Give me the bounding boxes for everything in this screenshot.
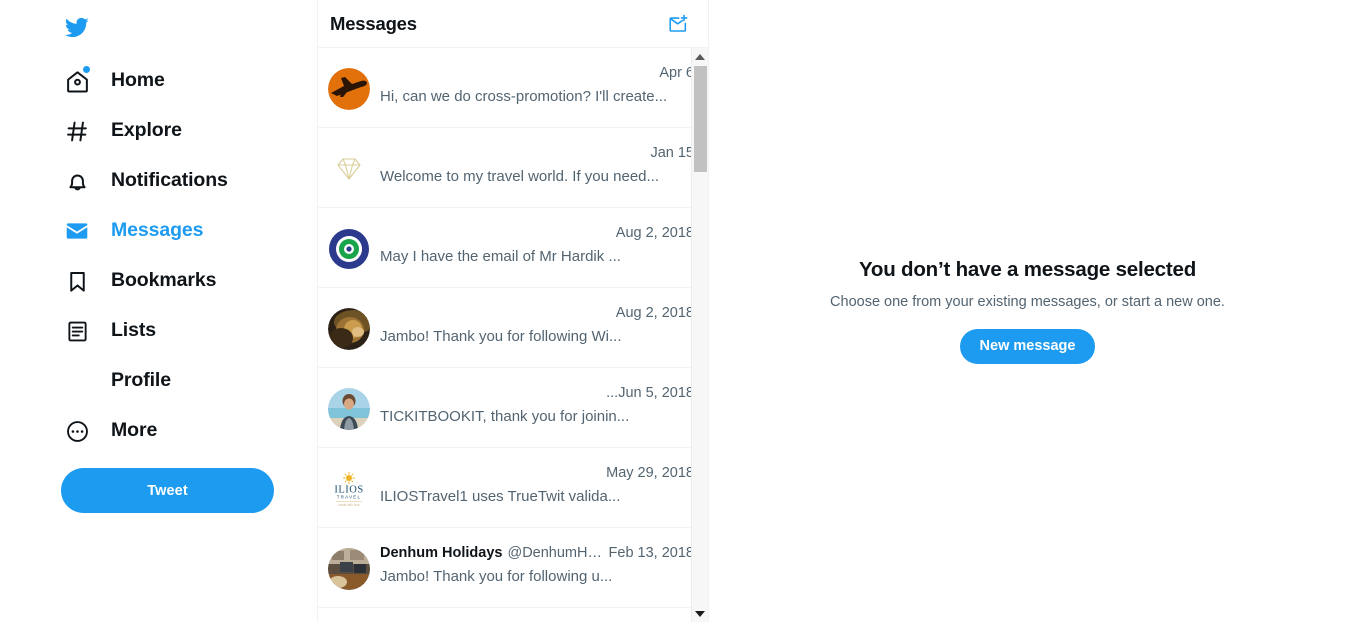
conversation-content: May 29, 2018 ILIOSTravel1 uses TrueTwit … (380, 464, 694, 507)
conversation-meta: ...Jun 5, 2018 (380, 385, 694, 405)
conversation-meta: May 29, 2018 (380, 465, 694, 485)
conversation-item[interactable]: ILIOS TRAVEL made with love May 29, 2018… (318, 448, 708, 528)
sidebar-item-label: Bookmarks (111, 269, 217, 292)
sidebar-item-home[interactable]: Home (0, 56, 317, 106)
new-message-button[interactable]: New message (959, 329, 1096, 365)
conversation-content: Aug 2, 2018 May I have the email of Mr H… (380, 224, 694, 267)
left-sidebar: Home Explore Notifications Messages Book… (0, 0, 317, 622)
twitter-bird-icon[interactable] (62, 7, 104, 47)
conversation-list[interactable]: Apr 6 Hi, can we do cross-promotion? I'l… (318, 48, 708, 622)
home-icon (62, 66, 92, 96)
conversation-item[interactable]: ...Jun 5, 2018 TICKITBOOKIT, thank you f… (318, 368, 708, 448)
twitter-messages-app: Home Explore Notifications Messages Book… (0, 0, 1346, 622)
message-list-scrollbar[interactable] (691, 48, 708, 622)
conversation-meta: Jan 15 (380, 145, 694, 165)
home-notification-badge (83, 66, 90, 73)
sidebar-item-bookmarks[interactable]: Bookmarks (0, 256, 317, 306)
sidebar-item-more[interactable]: More (0, 406, 317, 456)
sidebar-item-explore[interactable]: Explore (0, 106, 317, 156)
message-list-column: Messages Apr 6 Hi, can we do cross-promo… (317, 0, 709, 622)
profile-avatar-placeholder-icon (62, 366, 92, 396)
sidebar-item-messages[interactable]: Messages (0, 206, 317, 256)
conversation-content: Denhum Holidays @DenhumHol... Feb 13, 20… (380, 544, 694, 587)
conversation-item[interactable]: Apr 6 Hi, can we do cross-promotion? I'l… (318, 48, 708, 128)
svg-text:made with love: made with love (338, 503, 359, 507)
conversation-name: Denhum Holidays (380, 545, 503, 561)
conversation-preview: Hi, can we do cross-promotion? I'll crea… (380, 88, 668, 105)
conversation-preview: TICKITBOOKIT, thank you for joinin... (380, 408, 630, 425)
conversation-preview: ILIOSTravel1 uses TrueTwit valida... (380, 488, 621, 505)
conversation-preview: Jambo! Thank you for following Wi... (380, 328, 622, 345)
conversation-date: Aug 2, 2018 (615, 225, 694, 241)
envelope-icon (62, 216, 92, 246)
sidebar-item-profile[interactable]: Profile (0, 356, 317, 406)
conversation-date: Jan 15 (650, 145, 694, 161)
bookmark-icon (62, 266, 92, 296)
sidebar-item-label: Explore (111, 119, 182, 142)
empty-state-subtitle: Choose one from your existing messages, … (830, 293, 1225, 310)
conversation-content: Aug 2, 2018 Jambo! Thank you for followi… (380, 304, 694, 347)
conversation-item[interactable]: Jan 15 Welcome to my travel world. If yo… (318, 128, 708, 208)
tweet-button[interactable]: Tweet (61, 468, 274, 513)
sidebar-item-label: Notifications (111, 169, 228, 192)
scrollbar-thumb[interactable] (694, 66, 707, 172)
travel-spotted-logo-avatar (328, 228, 370, 270)
new-message-envelope-icon[interactable] (662, 8, 694, 40)
sidebar-item-notifications[interactable]: Notifications (0, 156, 317, 206)
empty-state-title: You don’t have a message selected (858, 258, 1197, 281)
conversation-meta: Aug 2, 2018 (380, 225, 694, 245)
list-icon (62, 316, 92, 346)
conversation-date: Apr 6 (659, 65, 694, 81)
hashtag-icon (62, 116, 92, 146)
bell-icon (62, 166, 92, 196)
conversation-item[interactable]: Aug 2, 2018 Jambo! Thank you for followi… (318, 288, 708, 368)
diamond-outline-avatar (328, 148, 370, 190)
conversation-date: Feb 13, 2018 (608, 545, 694, 561)
lion-photo-avatar (328, 308, 370, 350)
conversation-meta: Aug 2, 2018 (380, 305, 694, 325)
person-beach-avatar (328, 388, 370, 430)
conversation-preview: Welcome to my travel world. If you need.… (380, 168, 660, 185)
conversation-handle: @DenhumHol... (507, 545, 607, 561)
more-circle-icon (62, 416, 92, 446)
conversation-item[interactable]: Denhum Holidays @DenhumHol... Feb 13, 20… (318, 528, 708, 608)
sidebar-item-label: Home (111, 69, 165, 92)
scroll-down-arrow-icon[interactable] (692, 605, 708, 622)
conversation-date: ...Jun 5, 2018 (606, 385, 694, 401)
conversation-pane: You don’t have a message selected Choose… (709, 0, 1346, 622)
ilios-travel-logo-avatar: ILIOS TRAVEL made with love (328, 468, 370, 510)
sidebar-item-label: More (111, 419, 158, 442)
svg-text:TRAVEL: TRAVEL (337, 495, 362, 500)
message-list-header: Messages (318, 0, 708, 48)
scroll-up-arrow-icon[interactable] (692, 48, 708, 65)
conversation-date: Aug 2, 2018 (615, 305, 694, 321)
conversation-preview: Jambo! Thank you for following u... (380, 568, 613, 585)
conversation-preview: May I have the email of Mr Hardik ... (380, 248, 621, 265)
sidebar-item-label: Profile (111, 369, 171, 392)
conversation-content: Jan 15 Welcome to my travel world. If yo… (380, 144, 694, 187)
conversation-meta: Denhum Holidays @DenhumHol... Feb 13, 20… (380, 545, 694, 565)
sidebar-item-label: Messages (111, 219, 204, 242)
conversation-item[interactable]: Aug 2, 2018 May I have the email of Mr H… (318, 208, 708, 288)
empty-state: You don’t have a message selected Choose… (709, 258, 1346, 365)
conversation-item[interactable] (318, 608, 708, 622)
airplane-sunset-avatar (328, 68, 370, 110)
conversation-date: May 29, 2018 (606, 465, 694, 481)
sidebar-item-label: Lists (111, 319, 157, 342)
desk-office-avatar (328, 548, 370, 590)
page-title: Messages (330, 12, 417, 34)
conversation-meta: Apr 6 (380, 65, 694, 85)
sidebar-nav: Home Explore Notifications Messages Book… (0, 56, 317, 456)
conversation-content: Apr 6 Hi, can we do cross-promotion? I'l… (380, 64, 694, 107)
conversation-content: ...Jun 5, 2018 TICKITBOOKIT, thank you f… (380, 384, 694, 427)
sidebar-item-lists[interactable]: Lists (0, 306, 317, 356)
